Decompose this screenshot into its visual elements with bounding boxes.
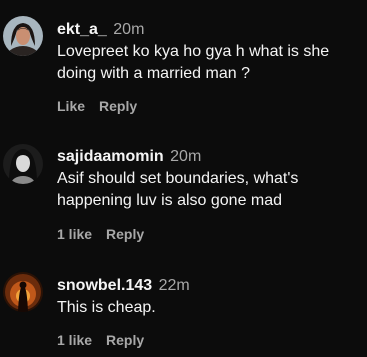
likes-count[interactable]: 1 like [57,332,92,348]
user-avatar-icon[interactable] [3,16,43,56]
likes-count[interactable]: 1 like [57,226,92,242]
comment-text: Lovepreet ko kya ho gya h what is she do… [57,43,330,82]
comment-text: This is cheap. [57,299,156,316]
comment-text: Asif should set boundaries, what's happe… [57,170,299,209]
reply-button[interactable]: Reply [106,226,144,242]
reply-button[interactable]: Reply [99,98,137,114]
user-avatar-icon[interactable] [3,272,43,312]
comment-username[interactable]: snowbel.143 [57,277,152,294]
reply-button[interactable]: Reply [106,332,144,348]
user-avatar-icon[interactable] [3,144,43,184]
comment-username[interactable]: ekt_a_ [57,21,107,38]
comment-timestamp: 20m [113,21,145,38]
comment-username[interactable]: sajidaamomin [57,148,164,165]
comments-list: ekt_a_ 20m Lovepreet ko kya ho gya h wha… [0,0,367,357]
like-button[interactable]: Like [57,98,85,114]
comment-timestamp: 22m [158,277,190,294]
comment-timestamp: 20m [170,148,202,165]
